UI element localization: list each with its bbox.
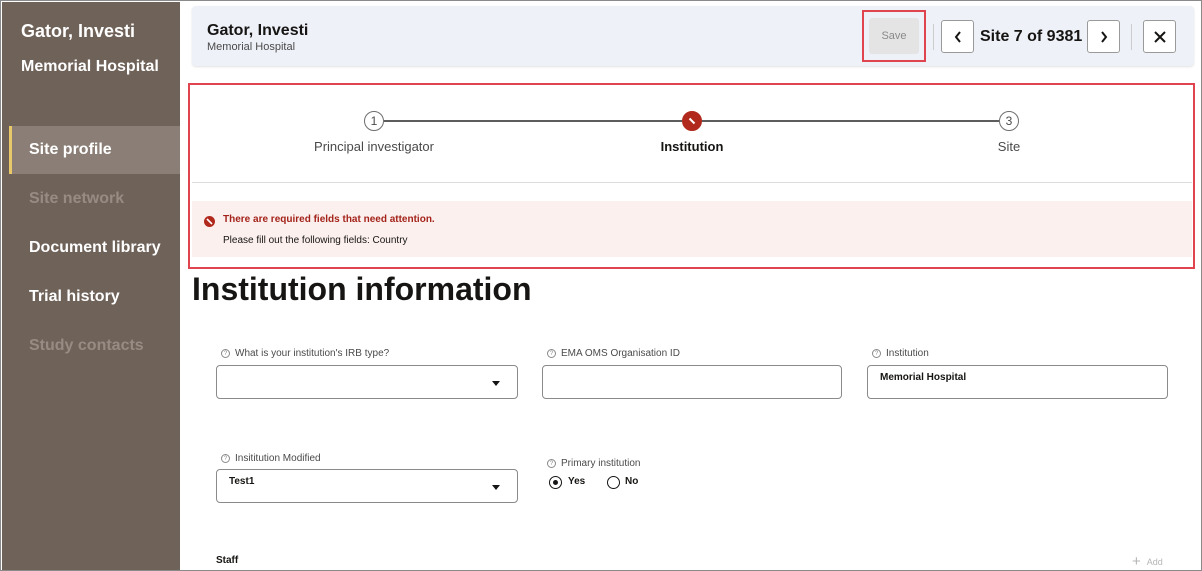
train-step-1-label[interactable]: Principal investigator bbox=[314, 139, 434, 154]
irb-type-select[interactable] bbox=[216, 365, 518, 399]
chevron-right-icon bbox=[1100, 30, 1107, 43]
header-subtitle: Memorial Hospital bbox=[207, 41, 296, 53]
sidebar-item-site-profile[interactable]: Site profile bbox=[9, 126, 180, 174]
train-step-1[interactable]: 1 bbox=[364, 111, 384, 131]
help-icon[interactable]: ? bbox=[547, 459, 556, 468]
primary-institution-yes-label[interactable]: Yes bbox=[568, 476, 585, 487]
sidebar: Gator, Investi Memorial Hospital Site pr… bbox=[2, 2, 180, 570]
app-window: Gator, Investi Memorial Hospital Site pr… bbox=[0, 0, 1202, 571]
page-header: Gator, Investi Memorial Hospital Save Si… bbox=[192, 6, 1194, 66]
sidebar-institution-name: Memorial Hospital bbox=[21, 58, 159, 75]
primary-institution-yes-radio[interactable] bbox=[549, 476, 562, 489]
train-connector bbox=[702, 120, 999, 122]
error-alert: There are required fields that need atte… bbox=[192, 201, 1192, 257]
train-step-3[interactable]: 3 bbox=[999, 111, 1019, 131]
staff-section-label: Staff bbox=[216, 555, 239, 566]
header-separator bbox=[1131, 24, 1132, 50]
sidebar-item-trial-history[interactable]: Trial history bbox=[9, 273, 180, 321]
help-icon[interactable]: ? bbox=[221, 349, 230, 358]
error-icon bbox=[688, 117, 696, 125]
caret-down-icon bbox=[492, 485, 500, 490]
sidebar-item-document-library[interactable]: Document library bbox=[9, 224, 180, 272]
alert-title: There are required fields that need atte… bbox=[223, 214, 435, 225]
help-icon[interactable]: ? bbox=[872, 349, 881, 358]
header-separator bbox=[933, 24, 934, 50]
institution-modified-select[interactable]: Test1 bbox=[216, 469, 518, 503]
next-site-button[interactable] bbox=[1087, 20, 1120, 53]
header-title: Gator, Investi bbox=[207, 22, 309, 39]
page-title: Institution information bbox=[192, 271, 532, 307]
irb-type-label: ? What is your institution's IRB type? bbox=[221, 348, 389, 359]
train-step-2[interactable] bbox=[682, 111, 702, 131]
institution-label: ? Institution bbox=[872, 348, 929, 359]
primary-institution-no-radio[interactable] bbox=[607, 476, 620, 489]
help-icon[interactable]: ? bbox=[547, 349, 556, 358]
institution-modified-label: ? Insititution Modified bbox=[221, 453, 321, 464]
sidebar-investigator-name: Gator, Investi bbox=[21, 21, 136, 41]
alert-message: Please fill out the following fields: Co… bbox=[223, 235, 408, 246]
train-step-2-label[interactable]: Institution bbox=[661, 139, 724, 154]
close-icon bbox=[1153, 30, 1166, 43]
primary-institution-no-label[interactable]: No bbox=[625, 476, 638, 487]
sidebar-item-site-network[interactable]: Site network bbox=[9, 175, 180, 223]
previous-site-button[interactable] bbox=[941, 20, 974, 53]
help-icon[interactable]: ? bbox=[221, 454, 230, 463]
chevron-left-icon bbox=[954, 30, 961, 43]
ema-oms-id-label: ? EMA OMS Organisation ID bbox=[547, 348, 680, 359]
plus-icon: + bbox=[1132, 553, 1141, 570]
section-divider bbox=[192, 182, 1192, 183]
save-button[interactable]: Save bbox=[869, 18, 919, 54]
train-connector bbox=[384, 120, 682, 122]
ema-oms-id-input[interactable] bbox=[542, 365, 842, 399]
primary-institution-label: ? Primary institution bbox=[547, 458, 640, 469]
error-icon bbox=[204, 216, 215, 227]
sidebar-item-study-contacts[interactable]: Study contacts bbox=[9, 322, 180, 370]
site-counter: Site 7 of 9381 bbox=[980, 28, 1083, 45]
close-button[interactable] bbox=[1143, 20, 1176, 53]
caret-down-icon bbox=[492, 381, 500, 386]
institution-field[interactable]: Memorial Hospital bbox=[867, 365, 1168, 399]
add-staff-button[interactable]: + Add bbox=[1132, 554, 1163, 569]
train-step-3-label[interactable]: Site bbox=[998, 139, 1020, 154]
